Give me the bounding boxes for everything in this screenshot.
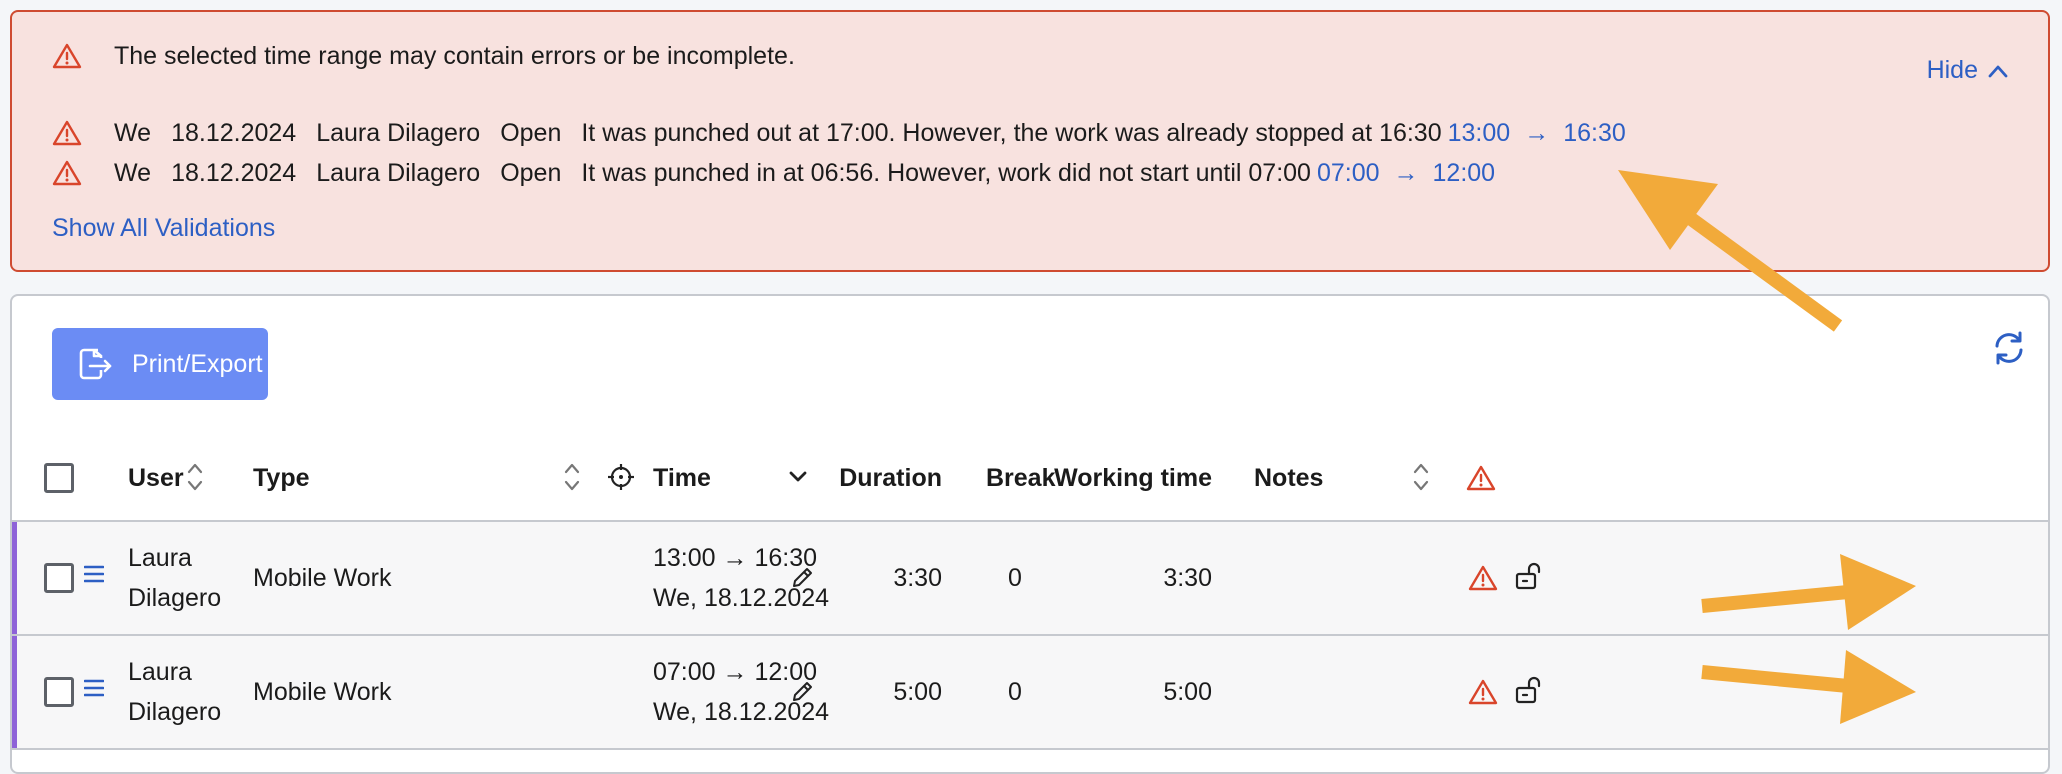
- warning-icon[interactable]: [1468, 679, 1498, 705]
- validation-status: Open: [500, 158, 562, 187]
- validation-date: 18.12.2024: [171, 118, 297, 147]
- sort-icon[interactable]: [186, 460, 204, 494]
- refresh-button[interactable]: [1992, 330, 2026, 366]
- user-last-name: Dilagero: [128, 584, 222, 612]
- type-cell: Mobile Work: [253, 563, 392, 592]
- warning-icon: [1466, 465, 1496, 491]
- column-header-break: Break: [986, 463, 1056, 492]
- sort-icon[interactable]: [563, 460, 581, 494]
- user-first-name: Laura: [128, 544, 192, 572]
- break-cell: 0: [1008, 563, 1022, 592]
- type-cell: Mobile Work: [253, 677, 392, 706]
- pencil-icon[interactable]: [790, 680, 814, 704]
- table-row[interactable]: Laura Dilagero Mobile Work 13:00 → 16:30…: [12, 522, 2048, 636]
- hide-label: Hide: [1926, 56, 1978, 84]
- show-all-validations-link[interactable]: Show All Validations: [52, 214, 275, 243]
- warning-icon[interactable]: [1468, 565, 1498, 591]
- time-entries-table: User Type Time Duration Break Working ti…: [12, 436, 2048, 750]
- row-accent-bar: [12, 636, 17, 748]
- time-entries-card: Print/Export User Type Time Duration Bre…: [10, 294, 2050, 774]
- user-cell: Laura Dilagero: [128, 636, 221, 748]
- user-cell: Laura Dilagero: [128, 522, 221, 634]
- validation-user: Laura Dilagero: [316, 158, 481, 187]
- validation-user: Laura Dilagero: [316, 118, 481, 147]
- drag-handle-icon[interactable]: [84, 678, 104, 698]
- validation-message: It was punched in at 06:56. However, wor…: [581, 158, 1311, 187]
- crosshair-icon[interactable]: [607, 463, 635, 491]
- validation-arrow: →: [1393, 158, 1419, 187]
- chevron-down-icon[interactable]: [788, 470, 808, 484]
- table-row[interactable]: Laura Dilagero Mobile Work 07:00 → 12:00…: [12, 636, 2048, 750]
- validation-alert: The selected time range may contain erro…: [10, 10, 2050, 272]
- validation-message: It was punched out at 17:00. However, th…: [581, 118, 1442, 147]
- column-header-duration: Duration: [839, 463, 942, 492]
- column-header-time[interactable]: Time: [653, 436, 711, 520]
- validation-start-link[interactable]: 07:00: [1317, 159, 1380, 188]
- sort-icon[interactable]: [1412, 460, 1430, 494]
- column-header-user[interactable]: User: [128, 436, 184, 520]
- validation-status: Open: [500, 118, 562, 147]
- export-icon: [76, 346, 116, 382]
- print-export-label: Print/Export: [132, 349, 263, 378]
- select-all-checkbox[interactable]: [44, 463, 74, 493]
- drag-handle-icon[interactable]: [84, 564, 104, 584]
- validation-start-link[interactable]: 13:00: [1448, 119, 1511, 148]
- validation-item: We 18.12.2024 Laura Dilagero Open It was…: [52, 116, 1626, 150]
- validation-end-link[interactable]: 16:30: [1563, 119, 1626, 148]
- validation-end-link[interactable]: 12:00: [1433, 159, 1496, 188]
- table-header: User Type Time Duration Break Working ti…: [12, 436, 2048, 522]
- user-last-name: Dilagero: [128, 698, 222, 726]
- row-accent-bar: [12, 522, 17, 634]
- duration-cell: 3:30: [893, 563, 942, 592]
- hide-alert-button[interactable]: Hide: [1927, 56, 2008, 85]
- unlock-icon[interactable]: [1514, 560, 1546, 592]
- warning-icon: [52, 43, 82, 69]
- row-checkbox[interactable]: [44, 563, 74, 593]
- warning-icon: [52, 160, 86, 186]
- alert-message: The selected time range may contain erro…: [114, 41, 795, 70]
- print-export-button[interactable]: Print/Export: [52, 328, 268, 400]
- working-time-cell: 3:30: [1163, 563, 1212, 592]
- column-header-type[interactable]: Type: [253, 436, 310, 520]
- chevron-up-icon: [1988, 64, 2008, 78]
- warning-icon: [52, 120, 86, 146]
- duration-cell: 5:00: [893, 677, 942, 706]
- validation-day: We: [114, 118, 152, 147]
- validation-day: We: [114, 158, 152, 187]
- pencil-icon[interactable]: [790, 566, 814, 590]
- row-checkbox[interactable]: [44, 677, 74, 707]
- refresh-icon: [1992, 330, 2026, 366]
- user-first-name: Laura: [128, 658, 192, 686]
- validation-date: 18.12.2024: [171, 158, 297, 187]
- break-cell: 0: [1008, 677, 1022, 706]
- column-header-working-time: Working time: [1054, 463, 1212, 492]
- validation-arrow: →: [1524, 118, 1550, 147]
- working-time-cell: 5:00: [1163, 677, 1212, 706]
- validation-item: We 18.12.2024 Laura Dilagero Open It was…: [52, 156, 1495, 190]
- column-header-notes[interactable]: Notes: [1254, 436, 1323, 520]
- unlock-icon[interactable]: [1514, 674, 1546, 706]
